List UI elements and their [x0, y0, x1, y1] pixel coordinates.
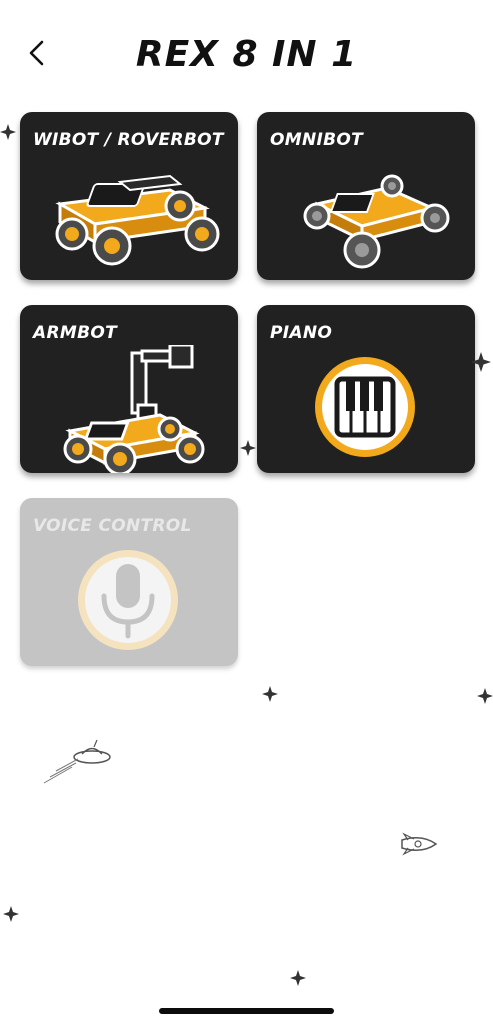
home-indicator[interactable]: [159, 1008, 334, 1014]
sparkle-icon: [471, 352, 491, 372]
piano-icon: [315, 357, 415, 457]
mode-card-piano[interactable]: PIANO: [257, 305, 475, 473]
sparkle-icon: [477, 688, 493, 704]
mode-card-wibot-roverbot[interactable]: WIBOT / ROVERBOT: [20, 112, 238, 280]
card-label: ARMBOT: [33, 323, 117, 343]
flying-saucer-icon: [43, 739, 111, 784]
roverbot-icon: [55, 174, 220, 266]
mode-card-voice-control[interactable]: VOICE CONTROL: [20, 498, 238, 666]
sparkle-icon: [290, 970, 306, 986]
card-label: VOICE CONTROL: [33, 516, 192, 536]
card-label: PIANO: [270, 323, 333, 343]
mode-card-omnibot[interactable]: OMNIBOT: [257, 112, 475, 280]
omnibot-icon: [303, 174, 450, 269]
microphone-icon: [78, 550, 178, 650]
sparkle-icon: [3, 906, 19, 922]
card-label: OMNIBOT: [270, 130, 364, 150]
rocket-icon: [401, 832, 438, 856]
mode-card-armbot[interactable]: ARMBOT: [20, 305, 238, 473]
sparkle-icon: [0, 124, 16, 140]
sparkle-icon: [240, 440, 256, 456]
sparkle-icon: [262, 686, 278, 702]
armbot-icon: [63, 345, 205, 473]
top-bar: REX 8 IN 1: [0, 0, 493, 100]
card-label: WIBOT / ROVERBOT: [33, 130, 224, 150]
page-title: REX 8 IN 1: [135, 34, 358, 75]
